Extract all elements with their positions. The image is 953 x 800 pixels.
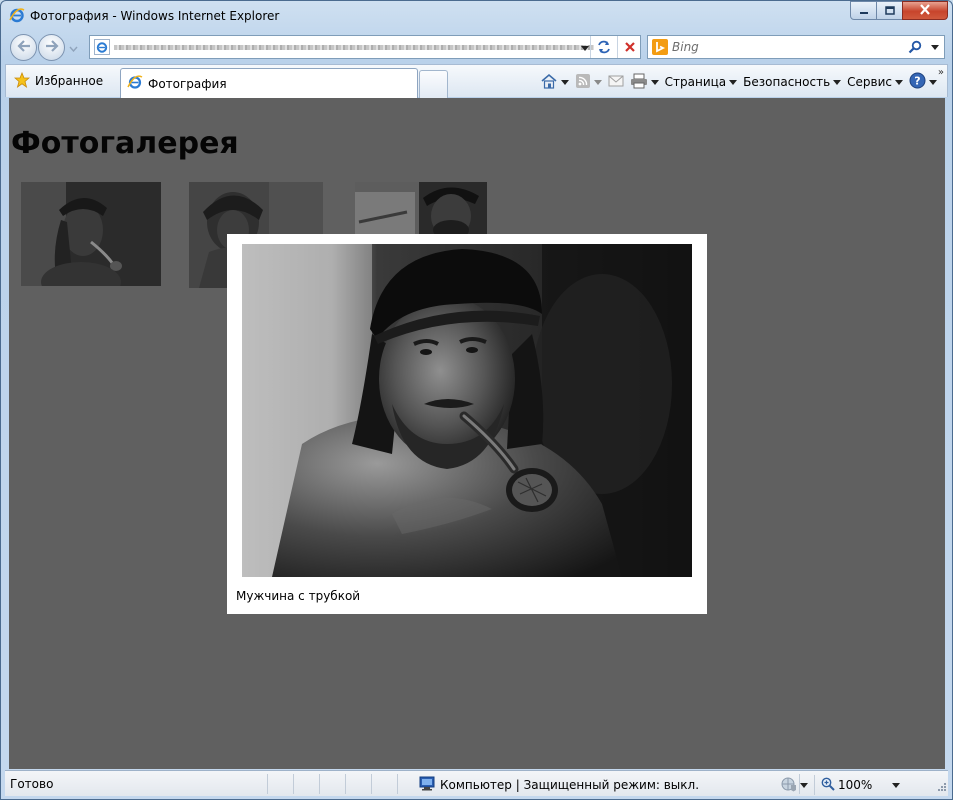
bing-icon [652,39,668,58]
status-right-tools: 100% [781,775,901,795]
chevron-down-icon [560,79,569,85]
zone-text: Компьютер | Защищенный режим: выкл. [440,778,700,792]
tools-menu[interactable]: Сервис [847,75,903,89]
lightbox-dialog[interactable]: Мужчина с трубкой [227,234,707,614]
title-bar: Фотография - Windows Internet Explorer [1,1,952,31]
toolbar-overflow-icon[interactable]: » [938,67,944,78]
address-bar[interactable] [89,35,641,59]
browser-window: Фотография - Windows Internet Explorer B… [0,0,953,800]
refresh-icon[interactable] [592,36,616,58]
navigation-bar [1,31,952,63]
close-icon [919,3,931,18]
forward-button[interactable] [38,34,65,61]
recent-pages-dropdown-icon[interactable] [69,41,78,55]
window-title: Фотография - Windows Internet Explorer [30,9,280,23]
zoom-magnifier-icon [821,777,835,794]
svg-text:?: ? [914,75,920,88]
lightbox-caption: Мужчина с трубкой [236,589,361,603]
safety-menu[interactable]: Безопасность [743,75,842,89]
chevron-down-icon [650,79,659,85]
search-icon[interactable] [906,38,924,56]
lightbox-photo [242,244,692,577]
chevron-down-icon [593,79,602,85]
chevron-down-icon [800,782,808,788]
zoom-level: 100% [838,778,873,792]
search-options-dropdown-icon[interactable] [928,38,942,56]
stop-icon[interactable] [617,36,641,58]
tab-ie-icon [127,74,143,93]
close-button[interactable] [902,1,948,20]
favorites-label: Избранное [35,74,104,88]
mail-icon [608,74,624,91]
page-ie-icon [94,39,110,58]
tab-photo[interactable]: Фотография [120,68,418,98]
star-icon [13,71,31,91]
rss-feed-icon [575,73,591,92]
minimize-icon [859,4,869,18]
maximize-icon [884,4,895,18]
forward-arrow-icon [45,40,59,55]
protected-mode-button[interactable] [781,776,808,795]
tools-menu-label: Сервис [847,75,892,89]
home-button[interactable] [540,73,569,92]
help-icon: ? [909,72,926,92]
minimize-button[interactable] [850,1,877,20]
chevron-down-icon [729,79,738,85]
page-menu-label: Страница [664,75,727,89]
globe-shield-icon [781,776,797,795]
new-tab-button[interactable] [419,70,448,98]
tab-label: Фотография [148,76,227,91]
printer-icon [630,73,648,92]
caption-buttons [850,1,948,21]
page-menu[interactable]: Страница [665,75,738,89]
computer-icon [419,776,436,794]
help-button[interactable]: ? [909,72,937,92]
home-icon [540,73,558,92]
command-bar: Избранное Фотография Страница Безопаснос… [5,64,948,98]
ie-logo-icon [9,7,25,26]
feeds-button[interactable] [575,73,602,92]
page-content: Фотогалерея Мужчина с трубкой [9,98,945,769]
chevron-down-icon [833,79,842,85]
safety-menu-label: Безопасность [743,75,831,89]
back-button[interactable] [10,34,37,61]
resize-grip-icon[interactable] [936,780,946,794]
search-bar [647,35,945,59]
status-text: Готово [10,777,54,791]
address-url-text [114,45,594,50]
search-input[interactable] [672,39,902,55]
zoom-button[interactable]: 100% [821,777,872,794]
maximize-button[interactable] [876,1,903,20]
security-zone[interactable]: Компьютер | Защищенный режим: выкл. [419,776,699,794]
command-tools: Страница Безопасность Сервис ? [540,71,937,93]
read-mail-button[interactable] [608,74,624,91]
favorites-button[interactable]: Избранное [13,71,104,91]
chevron-down-icon [895,79,903,85]
chevron-down-icon [929,79,937,85]
print-button[interactable] [630,73,659,92]
status-bar: Готово Компьютер | Защищенный режим: вык… [5,770,948,796]
zoom-dropdown-icon[interactable] [892,782,901,788]
back-arrow-icon [16,40,31,55]
gallery-thumbnail-1[interactable] [21,182,161,286]
page-title: Фотогалерея [11,126,239,161]
